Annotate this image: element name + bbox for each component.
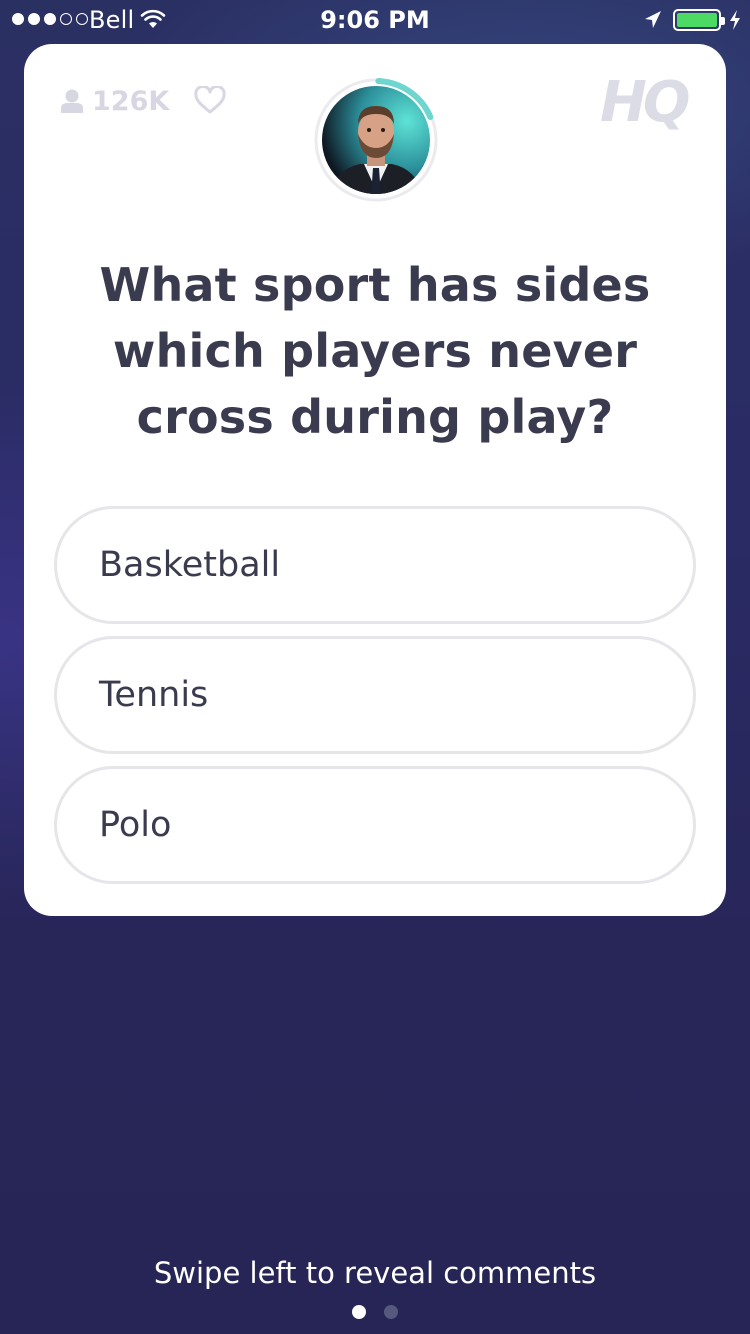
page-indicator[interactable]: [0, 1305, 750, 1319]
charging-bolt-icon: [730, 10, 740, 30]
battery-icon: [673, 9, 725, 31]
user-icon: [61, 89, 83, 113]
page-dot-1[interactable]: [352, 1305, 366, 1319]
answer-option-label: Polo: [99, 805, 172, 845]
viewer-count: 126K: [60, 85, 170, 117]
heart-icon[interactable]: [194, 86, 226, 114]
answer-option-1[interactable]: Basketball: [54, 506, 696, 624]
question-text: What sport has sides which players never…: [99, 258, 651, 444]
answer-option-label: Tennis: [99, 675, 209, 715]
hq-logo: HQ: [600, 70, 691, 135]
answer-list: Basketball Tennis Polo: [54, 506, 696, 896]
swipe-hint: Swipe left to reveal comments: [153, 1256, 597, 1290]
status-time: 9:06 PM: [320, 6, 430, 34]
status-bar: Bell 9:06 PM: [0, 0, 750, 40]
host-avatar: [314, 78, 438, 202]
answer-option-label: Basketball: [99, 545, 281, 585]
answer-option-2[interactable]: Tennis: [54, 636, 696, 754]
question-card: 126K HQ What sport has sides which playe…: [24, 44, 726, 916]
location-arrow-icon: [645, 11, 661, 28]
answer-option-3[interactable]: Polo: [54, 766, 696, 884]
viewer-count-label: 126K: [92, 85, 170, 117]
page-dot-2[interactable]: [384, 1305, 398, 1319]
